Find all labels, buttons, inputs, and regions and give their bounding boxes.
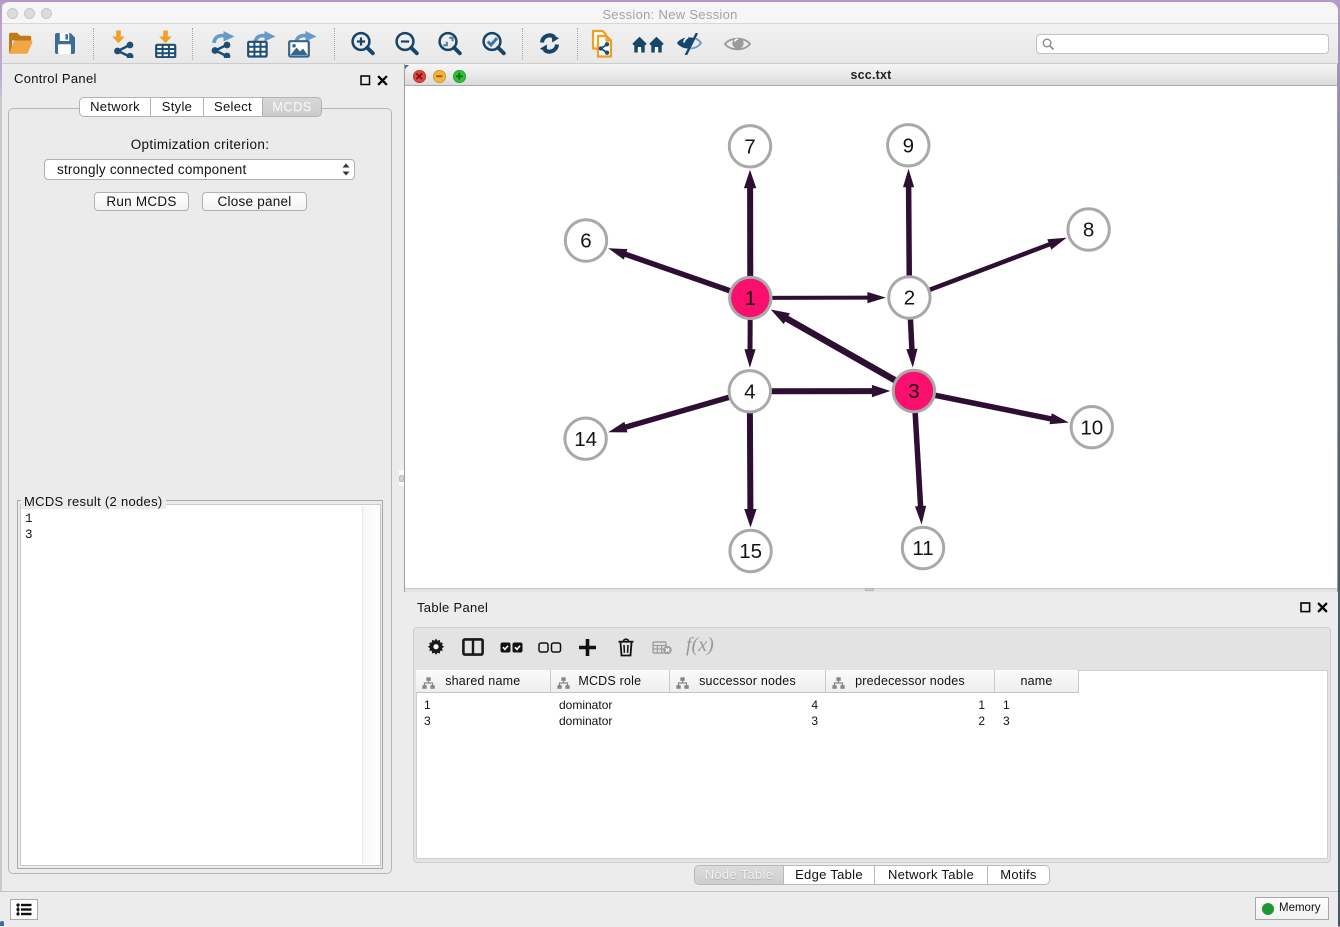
svg-text:1: 1 [745,287,756,310]
svg-text:8: 8 [1083,218,1094,241]
svg-text:4: 4 [744,380,755,403]
svg-text:6: 6 [580,229,591,252]
svg-text:10: 10 [1080,416,1103,439]
svg-text:7: 7 [744,135,755,158]
svg-text:11: 11 [912,537,933,560]
svg-text:2: 2 [904,286,915,309]
svg-text:15: 15 [739,540,762,563]
svg-text:3: 3 [908,380,919,403]
svg-text:14: 14 [574,427,597,450]
svg-text:9: 9 [903,134,914,157]
